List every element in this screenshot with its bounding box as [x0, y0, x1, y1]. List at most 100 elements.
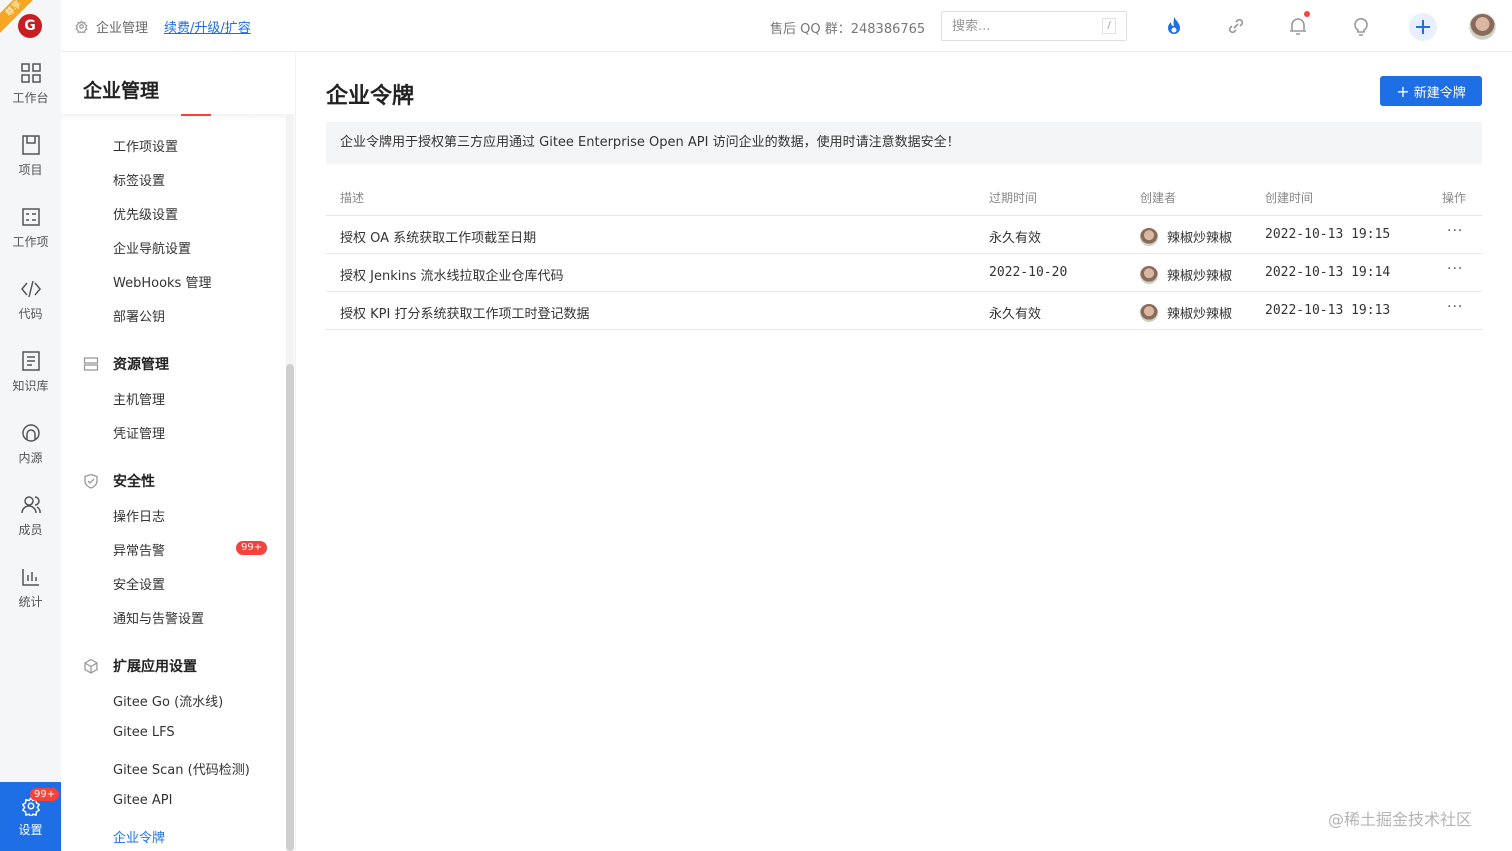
sidebar-item-gitee-go[interactable]: Gitee Go (流水线): [113, 691, 223, 710]
rail-item-stats[interactable]: 统计: [0, 566, 61, 630]
sidebar-group-resources: 资源管理: [83, 354, 169, 374]
breadcrumb-root[interactable]: 企业管理: [96, 17, 148, 36]
token-expires: 永久有效: [989, 231, 1042, 246]
shield-icon: [84, 473, 98, 489]
search-shortcut-hint: /: [1102, 18, 1116, 34]
sidebar-item-anomaly-alerts[interactable]: 异常告警: [113, 540, 165, 559]
sidebar-item-gitee-scan[interactable]: Gitee Scan (代码检测): [113, 759, 250, 778]
token-created: 2022-10-13 19:15: [1265, 227, 1391, 242]
rail-item-dashboard[interactable]: 工作台: [0, 62, 61, 126]
sidebar-item-hosts[interactable]: 主机管理: [113, 389, 165, 408]
avatar: [1140, 265, 1158, 284]
token-desc: 授权 OA 系统获取工作项截至日期: [340, 231, 537, 246]
sidebar-item-workitem-settings[interactable]: 工作项设置: [113, 136, 178, 155]
rail-item-innersource[interactable]: 内源: [0, 422, 61, 486]
settings-sidebar: 企业管理 工作项设置 标签设置 优先级设置 企业导航设置 WebHooks 管理…: [61, 52, 296, 851]
rail-item-projects[interactable]: 项目: [0, 134, 61, 198]
sidebar-item-notification-settings[interactable]: 通知与告警设置: [113, 608, 204, 627]
flame-icon[interactable]: [1162, 14, 1186, 38]
breadcrumb: 企业管理 续费/升级/扩容: [75, 17, 251, 36]
sidebar-group-extensions: 扩展应用设置: [83, 656, 197, 676]
tokens-table: 描述 过期时间 创建者 创建时间 操作 授权 OA 系统获取工作项截至日期 永久…: [326, 178, 1482, 330]
creator-name: 辣椒炒辣椒: [1167, 307, 1233, 322]
search-input[interactable]: [942, 12, 1092, 40]
sidebar-item-gitee-api[interactable]: Gitee API: [113, 793, 172, 808]
token-creator[interactable]: 辣椒炒辣椒: [1140, 303, 1232, 322]
cube-icon: [84, 658, 98, 674]
token-creator[interactable]: 辣椒炒辣椒: [1140, 265, 1232, 284]
notification-dot: [1304, 11, 1310, 17]
search-box[interactable]: /: [941, 11, 1127, 41]
alert-count-badge: 99+: [236, 541, 268, 555]
new-token-label: 新建令牌: [1413, 85, 1466, 101]
col-header-creator: 创建者: [1140, 191, 1177, 205]
members-icon: [20, 496, 41, 514]
sidebar-item-security-settings[interactable]: 安全设置: [113, 574, 165, 593]
new-token-button[interactable]: + 新建令牌: [1380, 76, 1482, 106]
rail-item-code[interactable]: 代码: [0, 278, 61, 342]
create-plus-button[interactable]: [1409, 13, 1437, 41]
token-creator[interactable]: 辣椒炒辣椒: [1140, 227, 1232, 246]
sidebar-item-webhooks[interactable]: WebHooks 管理: [113, 272, 211, 291]
rail-label: 内源: [18, 451, 43, 465]
sidebar-item-deploy-keys[interactable]: 部署公钥: [113, 306, 165, 325]
col-header-ops: 操作: [1442, 191, 1467, 205]
plus-icon: +: [1396, 81, 1410, 101]
logo-area[interactable]: 尊享 G: [0, 0, 61, 52]
more-actions-button[interactable]: ···: [1447, 261, 1463, 277]
plus-icon: [1416, 20, 1430, 34]
group-label: 资源管理: [113, 357, 169, 373]
creator-name: 辣椒炒辣椒: [1167, 269, 1233, 284]
qq-group-text: 售后 QQ 群：248386765: [770, 22, 926, 37]
sidebar-item-enterprise-tokens[interactable]: 企业令牌: [113, 827, 165, 846]
sidebar-item-audit-log[interactable]: 操作日志: [113, 506, 165, 525]
rail-item-members[interactable]: 成员: [0, 494, 61, 558]
gear-icon: [75, 20, 88, 33]
sidebar-item-gitee-lfs[interactable]: Gitee LFS: [113, 725, 175, 740]
rail-item-workitems[interactable]: 工作项: [0, 206, 61, 270]
creator-name: 辣椒炒辣椒: [1167, 231, 1233, 246]
gitee-logo[interactable]: G: [18, 14, 42, 38]
link-icon[interactable]: [1224, 14, 1248, 38]
rail-label: 知识库: [12, 379, 49, 393]
code-icon: [20, 280, 41, 298]
renew-upgrade-link[interactable]: 续费/升级/扩容: [164, 17, 251, 36]
group-label: 扩展应用设置: [113, 659, 197, 675]
col-header-created: 创建时间: [1265, 191, 1314, 205]
rail-label: 成员: [18, 523, 43, 537]
table-header: 描述 过期时间 创建者 创建时间 操作: [326, 178, 1482, 216]
sidebar-scroll-thumb[interactable]: [286, 364, 294, 851]
server-icon: [83, 357, 99, 371]
settings-badge: 99+: [30, 788, 60, 801]
table-row[interactable]: 授权 Jenkins 流水线拉取企业仓库代码 2022-10-20 辣椒炒辣椒 …: [326, 254, 1482, 292]
sidebar-item-label-settings[interactable]: 标签设置: [113, 170, 165, 189]
wiki-icon: [21, 351, 40, 371]
rail-label: 设置: [18, 823, 43, 837]
table-row[interactable]: 授权 KPI 打分系统获取工作项工时登记数据 永久有效 辣椒炒辣椒 2022-1…: [326, 292, 1482, 330]
token-expires: 2022-10-20: [989, 265, 1068, 280]
sidebar-group-security: 安全性: [83, 471, 155, 491]
sidebar-item-credentials[interactable]: 凭证管理: [113, 423, 165, 442]
sidebar-item-nav-settings[interactable]: 企业导航设置: [113, 238, 191, 257]
rail-item-wiki[interactable]: 知识库: [0, 350, 61, 414]
rail-item-settings[interactable]: 99+ 设置: [0, 782, 61, 851]
page-title: 企业令牌: [326, 84, 415, 109]
rail-label: 项目: [18, 163, 43, 177]
rail-label: 工作项: [12, 235, 49, 249]
lightbulb-icon[interactable]: [1349, 14, 1373, 38]
dashboard-icon: [20, 63, 41, 83]
table-row[interactable]: 授权 OA 系统获取工作项截至日期 永久有效 辣椒炒辣椒 2022-10-13 …: [326, 216, 1482, 254]
sidebar-title: 企业管理: [83, 80, 160, 102]
sidebar-title-accent: [181, 114, 211, 116]
token-created: 2022-10-13 19:13: [1265, 303, 1391, 318]
more-actions-button[interactable]: ···: [1447, 223, 1463, 239]
user-avatar[interactable]: [1469, 13, 1496, 40]
token-desc: 授权 Jenkins 流水线拉取企业仓库代码: [340, 269, 564, 284]
sidebar-item-priority-settings[interactable]: 优先级设置: [113, 204, 178, 223]
col-header-desc: 描述: [340, 191, 365, 205]
source-watermark: @稀土掘金技术社区: [1328, 810, 1473, 829]
more-actions-button[interactable]: ···: [1447, 299, 1463, 315]
avatar: [1140, 227, 1158, 246]
bell-icon[interactable]: [1286, 11, 1310, 38]
project-icon: [21, 135, 40, 155]
